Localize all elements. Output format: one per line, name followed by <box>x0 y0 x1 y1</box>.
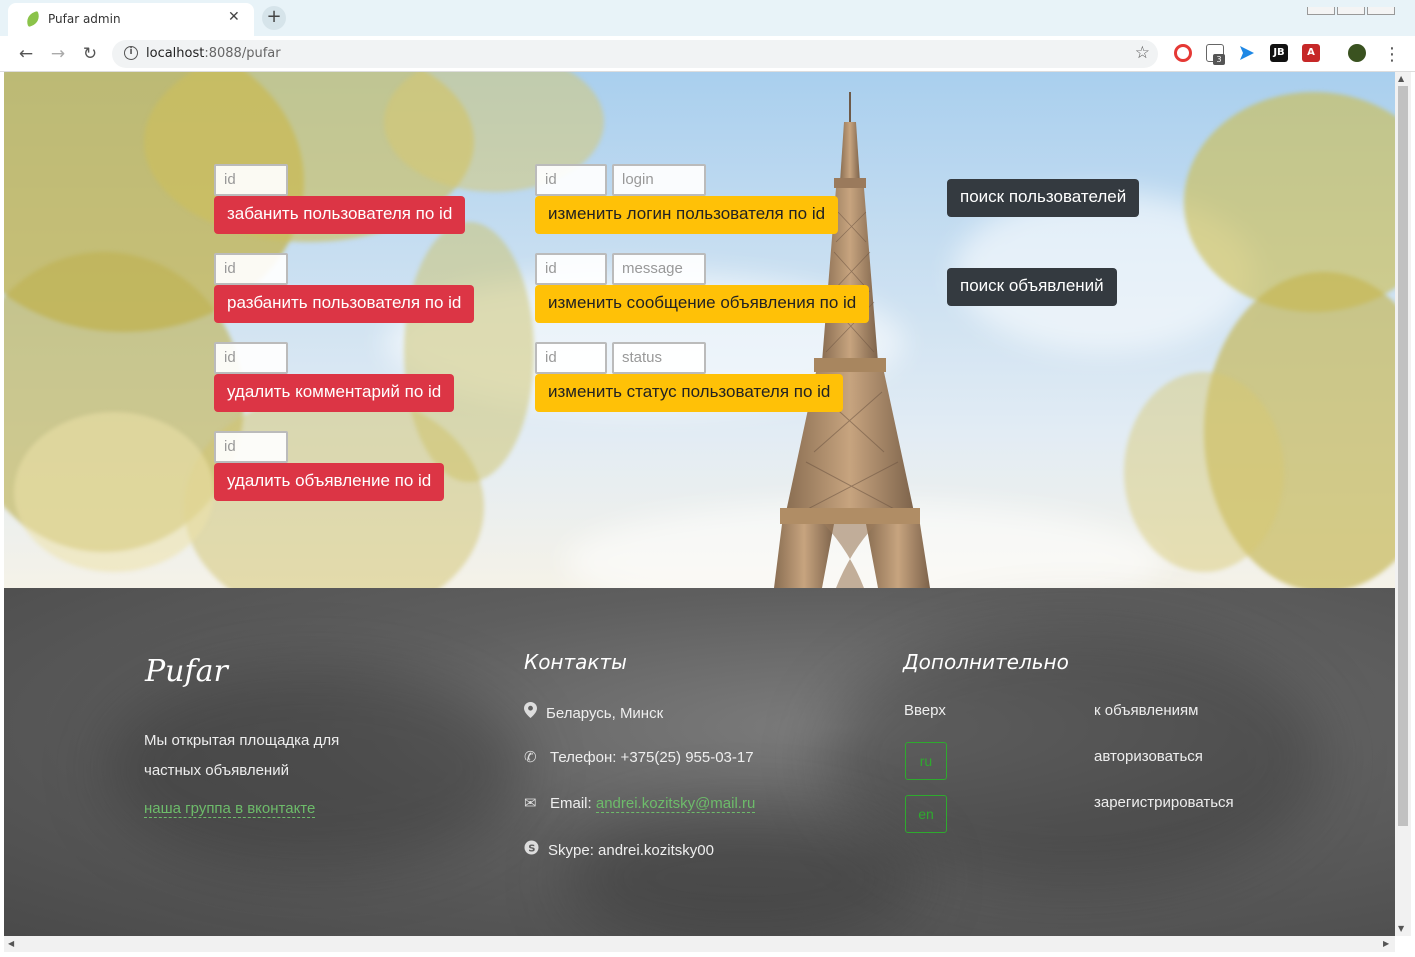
delete-comment-id-input[interactable]: id <box>214 342 288 374</box>
change-status-button[interactable]: изменить статус пользователя по id <box>535 374 844 412</box>
delete-ad-id-input[interactable]: id <box>214 431 288 463</box>
url-path: :8088/pufar <box>204 46 281 61</box>
login-link[interactable]: авторизоваться <box>1094 748 1203 765</box>
new-message-input[interactable]: message <box>612 253 706 285</box>
url-text[interactable]: localhost:8088/pufar <box>146 46 281 61</box>
extra-title: Дополнительно <box>903 650 1069 674</box>
new-status-input[interactable]: status <box>612 342 706 374</box>
close-window-button[interactable] <box>1367 7 1395 15</box>
phone-text: Телефон: +375(25) 955-03-17 <box>550 749 754 766</box>
contact-phone: ✆ Телефон: +375(25) 955-03-17 <box>524 748 754 766</box>
minimize-button[interactable] <box>1307 7 1335 15</box>
ban-user-id-input[interactable]: id <box>214 164 288 196</box>
contacts-title: Контакты <box>524 650 627 674</box>
search-ads-button[interactable]: поиск объявлений <box>947 268 1117 306</box>
skype-text: Skype: andrei.kozitsky00 <box>548 842 714 859</box>
leaf-favicon-icon <box>24 10 42 28</box>
ban-user-button[interactable]: забанить пользователя по id <box>214 196 466 234</box>
phone-icon: ✆ <box>524 749 537 766</box>
svg-text:S: S <box>528 843 535 854</box>
unban-user-button[interactable]: разбанить пользователя по id <box>214 285 475 323</box>
site-info-icon[interactable]: i <box>124 46 138 60</box>
contact-skype: S Skype: andrei.kozitsky00 <box>524 840 714 859</box>
change-message-id-input[interactable]: id <box>535 253 607 285</box>
extension-badge: 3 <box>1213 54 1225 65</box>
delete-comment-button[interactable]: удалить комментарий по id <box>214 374 455 412</box>
change-status-id-input[interactable]: id <box>535 342 607 374</box>
unban-user-id-input[interactable]: id <box>214 253 288 285</box>
window-controls <box>1305 0 1405 15</box>
scroll-down-arrow-icon[interactable]: ▼ <box>1398 924 1404 933</box>
delete-ad-button[interactable]: удалить объявление по id <box>214 463 445 501</box>
vk-group-link[interactable]: наша группа в вконтакте <box>144 800 316 818</box>
address-bar[interactable]: i localhost:8088/pufar ☆ <box>112 40 1158 68</box>
profile-avatar[interactable] <box>1348 44 1366 62</box>
hero-section: id забанить пользователя по id id разбан… <box>4 72 1395 588</box>
envelope-icon: ✉ <box>524 795 537 812</box>
maximize-button[interactable] <box>1337 7 1365 15</box>
foliage-decoration <box>14 412 214 572</box>
scroll-right-arrow-icon[interactable]: ▶ <box>1383 939 1389 948</box>
email-link[interactable]: andrei.kozitsky@mail.ru <box>595 795 756 813</box>
scroll-up-link[interactable]: Вверх <box>904 702 946 719</box>
back-arrow-icon[interactable]: ← <box>14 42 38 66</box>
tab-strip: Pufar admin ✕ + <box>0 0 1415 36</box>
scroll-left-arrow-icon[interactable]: ◀ <box>8 939 14 948</box>
browser-toolbar: ← → ↻ i localhost:8088/pufar ☆ 3 JB A ⋮ <box>0 36 1415 72</box>
register-link[interactable]: зарегистрироваться <box>1094 794 1234 811</box>
jetbrains-extension-icon[interactable]: JB <box>1270 44 1288 62</box>
new-login-input[interactable]: login <box>612 164 706 196</box>
tab-title: Pufar admin <box>48 12 121 26</box>
tab-close-icon[interactable]: ✕ <box>228 9 240 25</box>
footer-brand: Pufar <box>145 654 228 689</box>
reload-icon[interactable]: ↻ <box>78 42 102 66</box>
background-shade <box>564 808 924 936</box>
change-login-button[interactable]: изменить логин пользователя по id <box>535 196 839 234</box>
scroll-up-arrow-icon[interactable]: ▲ <box>1398 74 1404 83</box>
site-footer: Pufar Мы открытая площадка для частных о… <box>4 588 1395 936</box>
search-users-button[interactable]: поиск пользователей <box>947 179 1140 217</box>
eiffel-tower-image <box>774 92 930 588</box>
to-ads-link[interactable]: к объявлениям <box>1094 702 1198 719</box>
browser-tab[interactable]: Pufar admin ✕ <box>8 3 254 36</box>
vertical-scrollbar[interactable]: ▲ ▼ <box>1395 72 1411 936</box>
lang-ru-button[interactable]: ru <box>905 742 947 780</box>
browser-menu-icon[interactable]: ⋮ <box>1383 44 1401 65</box>
send-extension-icon[interactable] <box>1238 44 1256 62</box>
foliage-decoration <box>1124 372 1284 572</box>
change-message-button[interactable]: изменить сообщение объявления по id <box>535 285 870 323</box>
forward-arrow-icon[interactable]: → <box>46 42 70 66</box>
change-login-id-input[interactable]: id <box>535 164 607 196</box>
map-marker-icon <box>524 702 546 722</box>
new-tab-button[interactable]: + <box>262 6 286 30</box>
contact-email: ✉ Email: andrei.kozitsky@mail.ru <box>524 794 756 813</box>
target-extension-icon[interactable] <box>1174 44 1192 62</box>
adobe-extension-icon[interactable]: A <box>1302 44 1320 62</box>
skype-icon: S <box>524 840 548 859</box>
lang-en-button[interactable]: en <box>905 795 947 833</box>
email-label: Email: <box>550 795 592 812</box>
horizontal-scrollbar[interactable]: ◀ ▶ <box>4 936 1395 952</box>
location-text: Беларусь, Минск <box>546 705 664 722</box>
url-host: localhost <box>146 46 205 61</box>
vertical-scroll-thumb[interactable] <box>1398 86 1408 826</box>
footer-about-text: Мы открытая площадка для частных объявле… <box>144 732 340 779</box>
bookmark-star-icon[interactable]: ☆ <box>1135 43 1150 63</box>
foliage-decoration <box>404 222 534 482</box>
contact-location: Беларусь, Минск <box>524 702 663 722</box>
page-viewport: id забанить пользователя по id id разбан… <box>4 72 1395 936</box>
